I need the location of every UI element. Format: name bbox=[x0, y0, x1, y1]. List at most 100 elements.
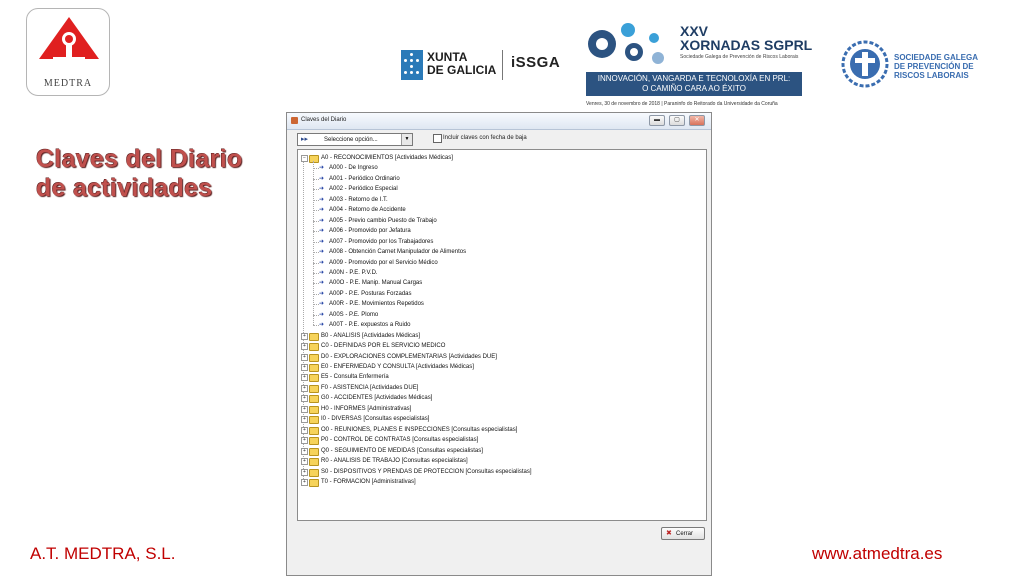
expand-toggle-icon[interactable]: + bbox=[301, 478, 308, 486]
arrow-right-icon: ➜ bbox=[319, 207, 325, 214]
xornadas-band-line2: O CAMIÑO CARA AO ÉXITO bbox=[642, 84, 746, 93]
arrow-right-icon: ➜ bbox=[319, 290, 325, 297]
folder-icon bbox=[309, 384, 319, 393]
tree-node-label: H0 - INFORMES [Administrativas] bbox=[321, 405, 412, 412]
tree-node-label: O0 - REUNIONES, PLANES E INSPECCIONES [C… bbox=[321, 426, 518, 433]
medtra-logo-text: MEDTRA bbox=[43, 78, 93, 89]
arrow-right-icon: ➜ bbox=[319, 228, 325, 235]
folder-icon bbox=[309, 447, 319, 456]
footer-website[interactable]: www.atmedtra.es bbox=[812, 544, 942, 564]
xornadas-banner: INNOVACIÓN, VANGARDA E TECNOLOXÍA EN PRL… bbox=[586, 72, 802, 96]
tree-node-label: A007 - Promovido por los Trabajadores bbox=[329, 238, 434, 245]
arrow-right-icon: ➜ bbox=[319, 301, 325, 308]
tree-node-label: A001 - Periódico Ordinario bbox=[329, 175, 400, 182]
tree-node-label: A005 - Previo cambio Puesto de Trabajo bbox=[329, 217, 437, 224]
xornadas-org: Sociedade Galega de Prevención de Riscos… bbox=[680, 54, 799, 60]
folder-icon bbox=[309, 478, 319, 487]
expand-toggle-icon[interactable]: + bbox=[301, 384, 308, 392]
expand-toggle-icon[interactable]: + bbox=[301, 458, 308, 466]
tree-node-label: E5 - Consulta Enfermería bbox=[321, 374, 389, 381]
tree-node-label: A00R - P.E. Movimientos Repetidos bbox=[329, 301, 424, 308]
cerrar-button-label: Cerrar bbox=[676, 531, 694, 537]
include-inactive-checkbox[interactable] bbox=[433, 134, 442, 143]
tree-node-label: T0 - FORMACION [Administrativas] bbox=[321, 478, 416, 485]
sgprl-line3: RISCOS LABORAIS bbox=[894, 71, 969, 80]
folder-icon bbox=[309, 416, 319, 425]
sgprl-text: SOCIEDADE GALEGA DE PREVENCIÓN DE RISCOS… bbox=[894, 53, 978, 80]
arrow-right-icon: ➜ bbox=[319, 311, 325, 318]
expand-toggle-icon[interactable]: + bbox=[301, 405, 308, 413]
tree-node-label: A00O - P.E. Manip. Manual Cargas bbox=[329, 280, 423, 287]
option-select-label: Seleccione opción... bbox=[324, 137, 378, 143]
slide-title-line2: de actividades bbox=[36, 174, 213, 202]
xornadas-band-line1: INNOVACIÓN, VANGARDA E TECNOLOXÍA EN PRL… bbox=[597, 74, 791, 83]
slide-title-line1: Claves del Diario bbox=[36, 145, 243, 173]
folder-icon bbox=[309, 437, 319, 446]
tree-node-label: C0 - DEFINIDAS POR EL SERVICIO MEDICO bbox=[321, 343, 446, 350]
cerrar-button[interactable]: ✖ Cerrar bbox=[661, 527, 705, 540]
sgprl-line1: SOCIEDADE GALEGA bbox=[894, 53, 979, 62]
arrow-right-icon: ➜ bbox=[319, 175, 325, 182]
expand-toggle-icon[interactable]: + bbox=[301, 374, 308, 382]
tree-node-label: I0 - DIVERSAS [Consultas especialistas] bbox=[321, 416, 430, 423]
sgprl-line2: DE PREVENCIÓN DE bbox=[894, 62, 974, 71]
tree-node-label: A002 - Periódico Especial bbox=[329, 186, 398, 193]
tree-node-label: G0 - ACCIDENTES [Actividades Médicas] bbox=[321, 395, 433, 402]
expand-toggle-icon[interactable]: + bbox=[301, 353, 308, 361]
sgprl-emblem-icon bbox=[841, 40, 889, 88]
arrow-right-icon: ➜ bbox=[319, 165, 325, 172]
expand-toggle-icon[interactable]: + bbox=[301, 447, 308, 455]
issga-logo: iSSGA bbox=[511, 54, 561, 71]
maximize-button[interactable]: ▢ bbox=[669, 115, 685, 126]
app-icon bbox=[291, 117, 298, 124]
claves-tree[interactable]: − A0 - RECONOCIMIENTOS [Actividades Médic… bbox=[297, 149, 707, 521]
option-select[interactable]: ▸▸ Seleccione opción... ▼ bbox=[297, 133, 413, 146]
tree-guide-line bbox=[313, 161, 314, 326]
window-titlebar[interactable]: Claves del Diario ▬ ▢ ✕ bbox=[287, 113, 711, 130]
arrow-right-icon: ➜ bbox=[319, 280, 325, 287]
tree-node-label: Q0 - SEGUIMIENTO DE MEDIDAS [Consultas e… bbox=[321, 447, 483, 454]
tree-node-label: A00N - P.E. P.V.D. bbox=[329, 269, 378, 276]
arrow-right-icon: ➜ bbox=[319, 269, 325, 276]
folder-icon bbox=[309, 155, 319, 163]
folder-icon bbox=[309, 332, 319, 341]
expand-toggle-icon[interactable]: + bbox=[301, 332, 308, 340]
arrow-right-icon: ➜ bbox=[319, 196, 325, 203]
chevron-down-icon[interactable]: ▼ bbox=[401, 134, 412, 145]
folder-icon bbox=[309, 468, 319, 477]
tree-node-label: A00S - P.E. Plomo bbox=[329, 311, 379, 318]
expand-toggle-icon[interactable]: + bbox=[301, 395, 308, 403]
xornadas-number: XXV bbox=[680, 23, 709, 39]
close-icon: ✖ bbox=[666, 530, 672, 537]
footer-company: A.T. MEDTRA, S.L. bbox=[30, 544, 176, 563]
logo-divider bbox=[502, 50, 503, 80]
tree-node-label: R0 - ANALISIS DE TRABAJO [Consultas espe… bbox=[321, 458, 468, 465]
folder-icon bbox=[309, 395, 319, 404]
arrow-right-icon: ➜ bbox=[319, 217, 325, 224]
tree-node-label: A00T - P.E. expuestos a Ruido bbox=[329, 322, 411, 329]
expand-toggle-icon[interactable]: + bbox=[301, 343, 308, 351]
minimize-button[interactable]: ▬ bbox=[649, 115, 665, 126]
xornadas-title: XXV XORNADAS SGPRL Sociedade Galega de P… bbox=[680, 24, 812, 60]
tree-node-label: A0 - RECONOCIMIENTOS [Actividades Médica… bbox=[321, 155, 453, 161]
fast-forward-icon: ▸▸ bbox=[301, 136, 309, 143]
xornadas-date: Venres, 30 de novembro de 2018 | Paranin… bbox=[586, 101, 778, 107]
expand-toggle-icon[interactable]: + bbox=[301, 364, 308, 371]
tree-node-label: A004 - Retorno de Accidente bbox=[329, 207, 406, 214]
tree-node-label: P0 - CONTROL DE CONTRATAS [Consultas esp… bbox=[321, 437, 479, 444]
folder-icon bbox=[309, 426, 319, 435]
medtra-emblem-icon bbox=[39, 17, 99, 65]
expand-toggle-icon[interactable]: + bbox=[301, 468, 308, 476]
folder-icon bbox=[309, 364, 319, 372]
expand-toggle-icon[interactable]: + bbox=[301, 437, 308, 445]
expand-toggle-icon[interactable]: + bbox=[301, 416, 308, 424]
tree-node-label: A008 - Obtención Carnet Manipulador de A… bbox=[329, 249, 467, 256]
expand-toggle-icon[interactable]: + bbox=[301, 426, 308, 434]
close-window-button[interactable]: ✕ bbox=[689, 115, 705, 126]
folder-icon bbox=[309, 343, 319, 352]
folder-icon bbox=[309, 353, 319, 362]
xunta-line2: DE GALICIA bbox=[427, 63, 497, 77]
arrow-right-icon: ➜ bbox=[319, 259, 325, 266]
collapse-toggle-icon[interactable]: − bbox=[301, 155, 308, 162]
xunta-cross-icon bbox=[401, 50, 423, 80]
